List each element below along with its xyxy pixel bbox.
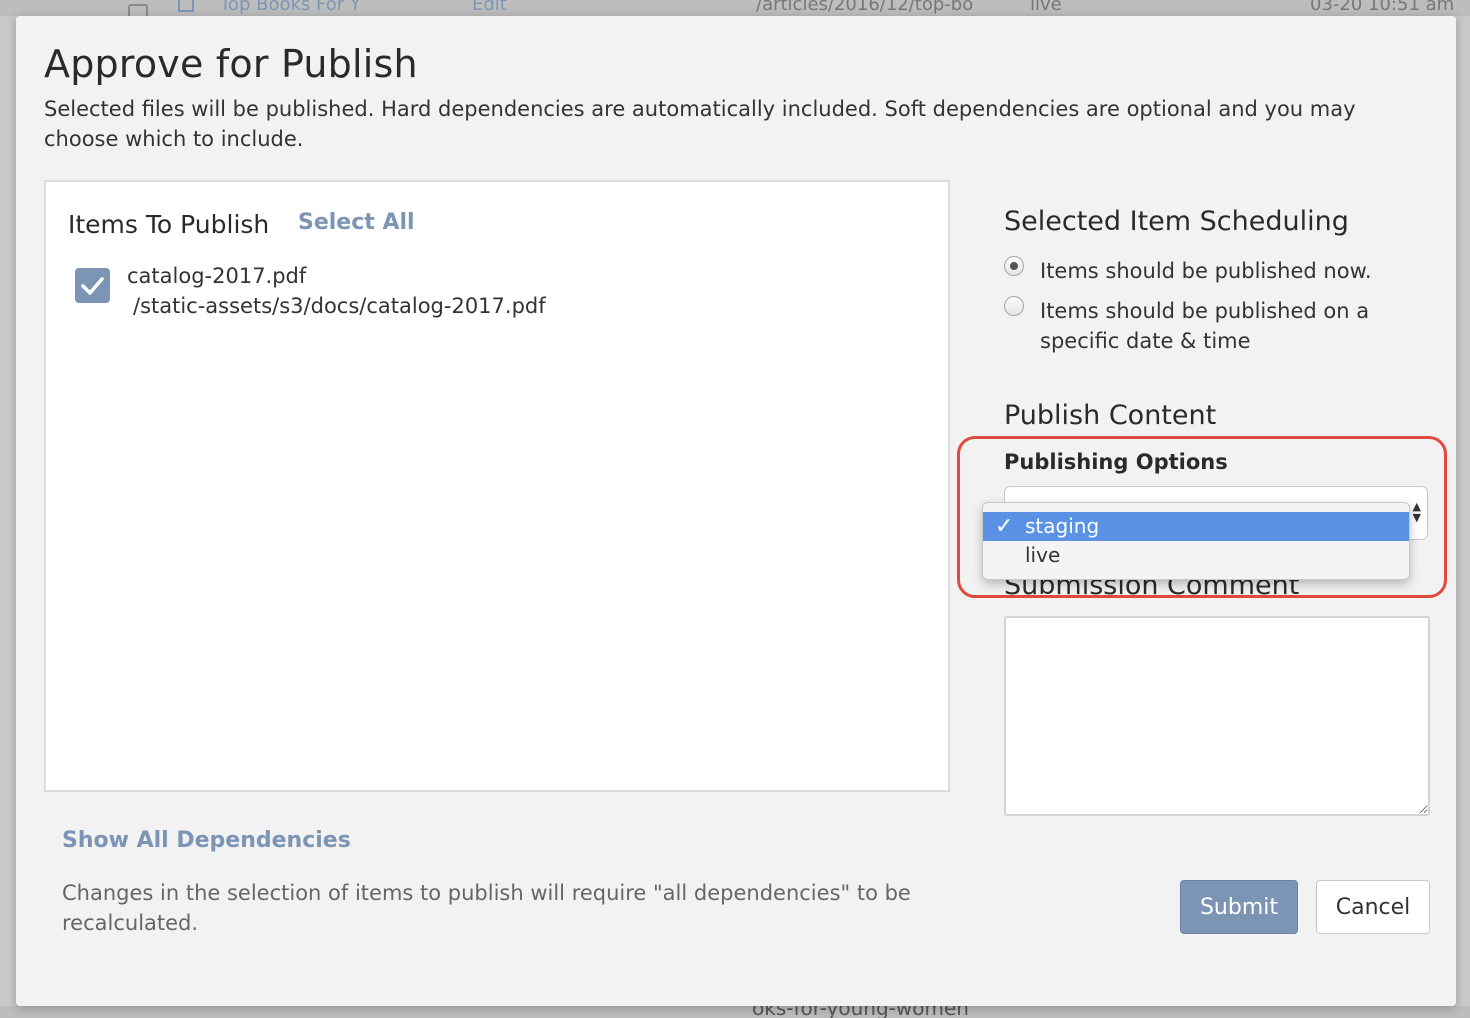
background-row-action: Edit [472,0,507,15]
items-to-publish-panel: Items To Publish Select All catalog-2017… [44,180,950,792]
items-heading: Items To Publish [68,210,270,239]
publish-later-radio[interactable] [1004,296,1024,316]
item-file-name: catalog-2017.pdf [127,264,307,288]
item-checkbox[interactable] [75,268,110,303]
background-table-row: Top Books For Y Edit /articles/2016/12/t… [0,0,1470,16]
checkmark-icon: ✓ [995,514,1014,539]
submit-button[interactable]: Submit [1180,880,1298,934]
background-row-checkbox [128,4,148,16]
dependencies-note: Changes in the selection of items to pub… [62,881,911,935]
publishing-options-label: Publishing Options [1004,450,1228,474]
publish-content-heading: Publish Content [1004,400,1217,431]
background-row-env: live [1030,0,1062,15]
background-row-path: /articles/2016/12/top-bo [756,0,974,15]
item-file-path: /static-assets/s3/docs/catalog-2017.pdf [133,294,546,318]
background-bottom-row: oks-for-young-women [0,1006,1470,1018]
publish-now-radio[interactable] [1004,256,1024,276]
cancel-button[interactable]: Cancel [1316,880,1430,934]
background-row-date: 03-20 10:51 am [1310,0,1455,15]
dialog-subtitle: Selected files will be published. Hard d… [44,97,1356,151]
scheduling-heading: Selected Item Scheduling [1004,206,1349,237]
dialog-title: Approve for Publish [44,42,418,86]
publish-now-label[interactable]: Items should be published now. [1040,256,1372,286]
show-all-dependencies-link[interactable]: Show All Dependencies [62,828,351,853]
option-staging[interactable]: ✓ staging [983,512,1409,541]
publishing-options-dropdown: ✓ staging live [982,502,1410,580]
file-icon [178,0,194,12]
background-bottom-text: oks-for-young-women [752,1006,969,1018]
option-live[interactable]: live [983,541,1409,570]
option-staging-label: staging [1025,514,1100,538]
submission-comment-input[interactable] [1004,616,1430,816]
approve-publish-dialog: Approve for Publish Selected files will … [16,16,1456,1006]
select-arrows-icon: ▲ ▼ [1412,500,1421,524]
select-all-link[interactable]: Select All [298,210,415,235]
background-row-name: Top Books For Y [220,0,361,15]
checkmark-icon [81,277,104,295]
option-live-label: live [1025,543,1061,567]
publish-later-label[interactable]: Items should be published on a specific … [1040,296,1400,356]
